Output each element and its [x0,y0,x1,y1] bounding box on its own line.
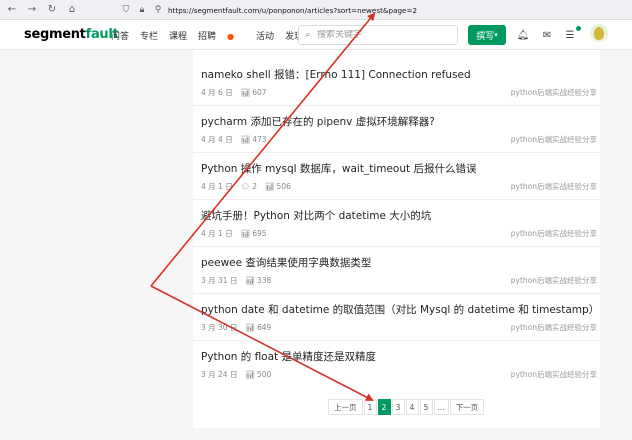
views-icon: 📊︎ [245,370,255,379]
article-item: Python 操作 mysql 数据库，wait_timeout 后报什么错误 … [193,153,600,200]
article-title[interactable]: Python 操作 mysql 数据库，wait_timeout 后报什么错误 [201,161,476,176]
article-meta: 4 月 1 日 💬︎ 2 📊︎ 506 [201,181,299,192]
article-meta: 4 月 6 日 📊︎ 607 [201,87,275,98]
views-icon: 📊︎ [265,182,275,191]
reload-icon[interactable]: ↻ [44,2,60,18]
article-date: 3 月 30 日 [201,323,238,332]
page-ellipsis: ... [433,399,449,415]
home-icon[interactable]: ⌂ [64,2,80,18]
article-item: nameko shell 报错：[Errno 111] Connection r… [193,58,600,106]
fire-icon: ● [227,32,235,41]
url-text[interactable]: https://segmentfault.com/u/ponponon/arti… [168,6,417,15]
article-meta: 4 月 4 日 📊︎ 473 [201,134,275,145]
article-title[interactable]: python date 和 datetime 的取值范围（对比 Mysql 的 … [201,302,599,317]
views-icon: 📊︎ [240,88,251,97]
article-views: 473 [252,135,267,144]
nav-item-jobs[interactable]: 招聘 ● [198,29,245,42]
mail-icon[interactable]: ✉ [540,28,554,42]
article-item: pycharm 添加已存在的 pipenv 虚拟环境解释器? 4 月 4 日 📊… [193,106,600,153]
page-button-3[interactable]: 3 [391,399,405,415]
article-date: 4 月 1 日 [201,229,233,238]
article-comments: 2 [252,182,258,191]
address-bar[interactable]: ⛉ 🔒︎ ⚲ https://segmentfault.com/u/ponpon… [120,3,417,17]
views-icon: 📊︎ [245,276,255,285]
article-column[interactable]: python后端实战经验分享 [511,134,597,145]
views-icon: 📊︎ [240,229,251,238]
browser-toolbar: ← → ↻ ⌂ ⛉ 🔒︎ ⚲ https://segmentfault.com/… [0,0,632,20]
article-item: python date 和 datetime 的取值范围（对比 Mysql 的 … [193,294,600,341]
task-list-icon[interactable]: ☰ [563,28,577,42]
article-column[interactable]: python后端实战经验分享 [511,87,597,98]
article-item: peewee 查询结果使用字典数据类型 3 月 31 日 📊︎ 338 pytho… [193,247,600,294]
article-title[interactable]: pycharm 添加已存在的 pipenv 虚拟环境解释器? [201,114,435,129]
page-button-5[interactable]: 5 [419,399,433,415]
article-views: 607 [252,88,267,97]
article-date: 4 月 1 日 [201,182,233,191]
article-column[interactable]: python后端实战经验分享 [511,322,597,333]
article-column[interactable]: python后端实战经验分享 [511,275,597,286]
article-views: 695 [252,229,267,238]
site-logo[interactable]: segmentfault [24,27,119,42]
chevron-down-icon: ▾ [494,31,498,39]
notification-badge [576,26,581,31]
views-icon: 📊︎ [240,135,251,144]
page-button-1[interactable]: 1 [363,399,377,415]
page-button-4[interactable]: 4 [405,399,419,415]
article-title[interactable]: peewee 查询结果使用字典数据类型 [201,255,371,270]
article-item: Python 的 float 是单精度还是双精度 3 月 24 日 📊︎ 500 … [193,341,600,388]
article-views: 506 [276,182,291,191]
nav-item-columns[interactable]: 专栏 [140,29,158,42]
search-icon: ⌕ [305,30,311,40]
next-page-button[interactable]: 下一页 [449,399,485,415]
site-header: segmentfault 问答 专栏 课程 招聘● 活动 发现 ▾ ⌕ 撰写 ▾… [0,20,632,50]
article-title[interactable]: nameko shell 报错：[Errno 111] Connection r… [201,67,471,82]
article-item: 避坑手册！Python 对比两个 datetime 大小的坑 4 月 1 日 📊… [193,200,600,247]
nav-item-questions[interactable]: 问答 [111,29,129,42]
prev-page-button[interactable]: 上一页 [328,399,363,415]
avatar[interactable] [590,24,608,42]
bell-icon[interactable]: 🔔︎ [516,28,530,42]
search-input[interactable] [317,30,447,40]
article-column[interactable]: python后端实战经验分享 [511,228,597,239]
article-views: 500 [257,370,272,379]
article-column[interactable]: python后端实战经验分享 [511,181,597,192]
page-button-2[interactable]: 2 [377,399,391,415]
write-button[interactable]: 撰写 ▾ [468,25,506,45]
nav-item-events[interactable]: 活动 [256,29,274,42]
article-title[interactable]: Python 的 float 是单精度还是双精度 [201,349,376,364]
search-box: ⌕ [298,25,458,45]
article-meta: 4 月 1 日 📊︎ 695 [201,228,275,239]
lock-icon: 🔒︎ [139,5,145,15]
article-column[interactable]: python后端实战经验分享 [511,369,597,380]
article-views: 649 [257,323,272,332]
article-meta: 3 月 31 日 📊︎ 338 [201,275,279,286]
article-title[interactable]: 避坑手册！Python 对比两个 datetime 大小的坑 [201,208,431,223]
article-date: 3 月 31 日 [201,276,238,285]
article-date: 4 月 4 日 [201,135,233,144]
comment-icon: 💬︎ [240,182,251,191]
article-views: 338 [257,276,272,285]
shield-icon: ⛉ [122,5,130,15]
forward-icon[interactable]: → [24,2,40,18]
article-meta: 3 月 24 日 📊︎ 500 [201,369,279,380]
pagination: 上一页 1 2 3 4 5 ... 下一页 [328,399,485,415]
article-date: 4 月 6 日 [201,88,233,97]
nav-item-courses[interactable]: 课程 [169,29,187,42]
article-date: 3 月 24 日 [201,370,238,379]
permissions-icon: ⚲ [154,5,162,15]
back-icon[interactable]: ← [4,2,20,18]
views-icon: 📊︎ [245,323,255,332]
article-meta: 3 月 30 日 📊︎ 649 [201,322,279,333]
